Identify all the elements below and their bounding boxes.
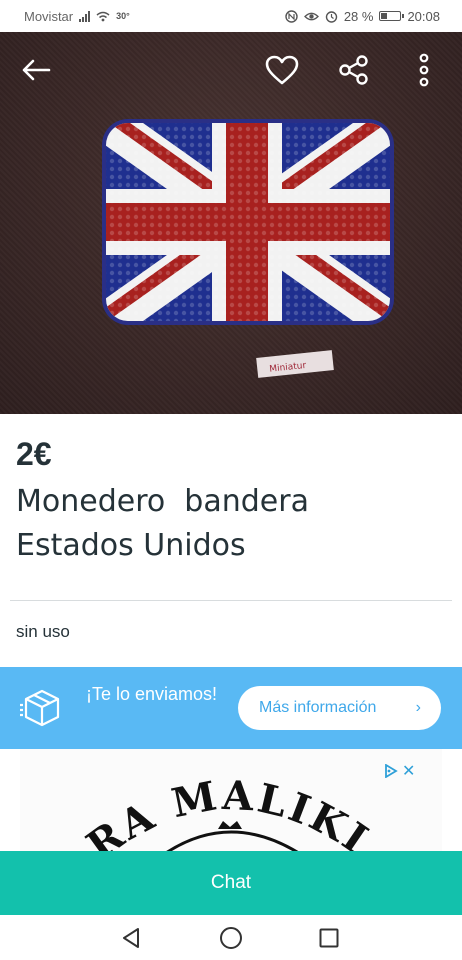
wifi-icon bbox=[96, 11, 110, 21]
more-vertical-icon bbox=[419, 53, 429, 87]
eye-icon bbox=[303, 12, 319, 20]
nav-home-icon bbox=[220, 927, 242, 949]
chevron-right-icon: › bbox=[415, 699, 421, 716]
product-image[interactable]: Miniatur bbox=[0, 32, 462, 414]
back-arrow-icon bbox=[22, 59, 51, 81]
battery-percent: 28 % bbox=[343, 8, 374, 24]
status-bar: Movistar 30° 28 % 20:08 bbox=[0, 0, 462, 32]
more-info-button[interactable]: Más información › bbox=[238, 686, 441, 730]
status-right: 28 % 20:08 bbox=[285, 9, 440, 24]
shipping-text: ¡Te lo enviamos! bbox=[86, 684, 218, 704]
more-options-button[interactable] bbox=[402, 48, 446, 92]
share-button[interactable] bbox=[332, 48, 376, 92]
alarm-icon bbox=[325, 10, 338, 23]
purse-tag-image: Miniatur bbox=[256, 350, 334, 378]
signal-icon bbox=[79, 10, 91, 22]
system-nav-bar bbox=[0, 915, 462, 960]
back-button[interactable] bbox=[14, 48, 58, 92]
nav-home-button[interactable] bbox=[218, 925, 244, 951]
divider bbox=[10, 600, 452, 601]
nav-recent-button[interactable] bbox=[316, 925, 342, 951]
battery-icon bbox=[379, 11, 405, 21]
package-shipping-icon bbox=[20, 689, 60, 727]
ad-choices-icon bbox=[385, 764, 398, 778]
nav-back-button[interactable] bbox=[118, 925, 144, 951]
ad-logo-text: RA MALIKIAN bbox=[80, 767, 375, 851]
battery-level-fill bbox=[381, 13, 388, 19]
product-price: 2€ bbox=[16, 436, 52, 472]
heart-icon bbox=[265, 55, 299, 85]
clock: 20:08 bbox=[407, 8, 440, 24]
chat-label: Chat bbox=[210, 872, 252, 893]
close-icon[interactable]: ✕ bbox=[402, 761, 415, 781]
shipping-banner: ¡Te lo enviamos! Más información › bbox=[0, 667, 462, 749]
union-jack-purse-image bbox=[102, 119, 394, 325]
nfc-icon bbox=[285, 9, 298, 23]
temperature-label: 30° bbox=[116, 11, 130, 21]
share-icon bbox=[339, 55, 368, 85]
status-left: Movistar 30° bbox=[24, 9, 130, 24]
ad-logo-image: RA MALIKIAN bbox=[80, 767, 378, 851]
carrier-label: Movistar bbox=[24, 8, 74, 24]
product-title: Monedero bandera Estados Unidos bbox=[16, 484, 309, 563]
advertisement[interactable]: RA MALIKIAN ✕ bbox=[0, 749, 462, 851]
nav-back-icon bbox=[123, 928, 139, 948]
nav-recent-icon bbox=[319, 928, 339, 948]
product-condition: sin uso bbox=[16, 622, 70, 641]
ad-choices[interactable]: ✕ bbox=[384, 761, 415, 781]
chat-button[interactable]: Chat bbox=[0, 851, 462, 915]
favorite-button[interactable] bbox=[260, 48, 304, 92]
more-info-label: Más información bbox=[259, 699, 377, 716]
svg-text:RA MALIKIAN: RA MALIKIAN bbox=[80, 767, 378, 851]
